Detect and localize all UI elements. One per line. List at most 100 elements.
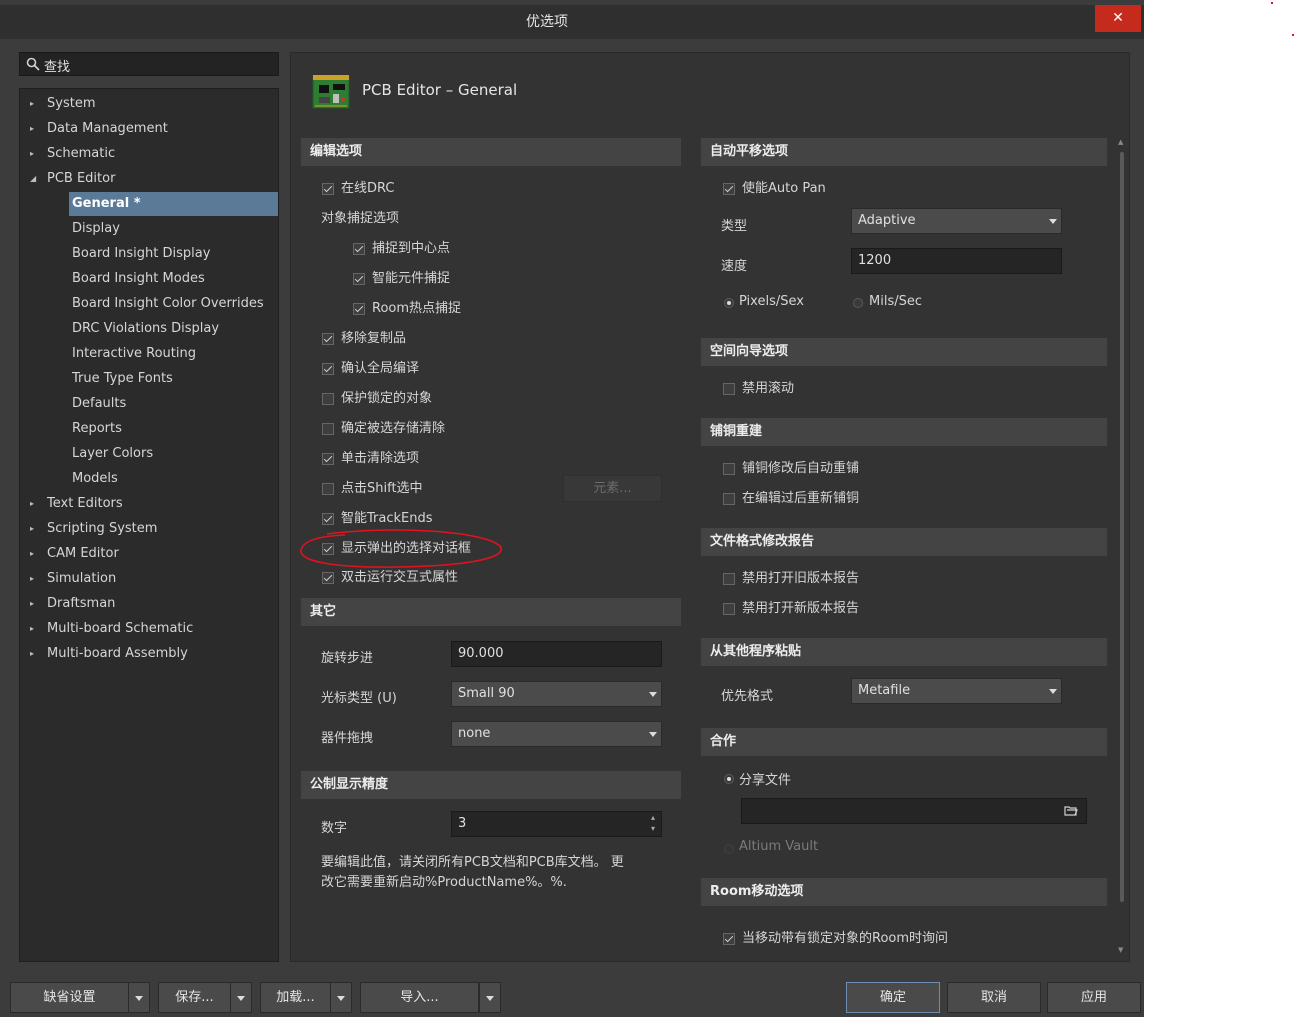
share-file-label: 分享文件 — [739, 773, 792, 788]
pixels-sec-label: Pixels/Sex — [739, 294, 804, 309]
checkbox-box[interactable] — [322, 333, 334, 345]
close-button[interactable]: ✕ — [1095, 5, 1141, 32]
checkbox-box[interactable] — [723, 933, 735, 945]
title-bar: 优选项 — [0, 5, 1144, 39]
checkbox-box[interactable] — [322, 483, 334, 495]
rotation-step-input[interactable]: 90.000 — [451, 641, 662, 667]
tree-child-defaults[interactable]: Defaults — [69, 392, 278, 416]
checkbox-box[interactable] — [723, 573, 735, 585]
tree-child-layer-colors[interactable]: Layer Colors — [69, 442, 278, 466]
tree-child-drc-violations-display[interactable]: DRC Violations Display — [69, 317, 278, 341]
expand-arrow-icon[interactable]: ▸ — [30, 542, 34, 566]
import-button[interactable]: 导入... — [360, 982, 479, 1013]
defaults-button[interactable]: 缺省设置 — [10, 982, 129, 1013]
scroll-thumb[interactable] — [1120, 152, 1124, 902]
dropdown-arrow-icon — [237, 996, 245, 1001]
dropdown-arrow-icon — [649, 732, 657, 737]
search-input[interactable]: 查找 — [19, 52, 279, 76]
load-button[interactable]: 加载... — [260, 982, 331, 1013]
cursor-type-dropdown[interactable]: Small 90 — [451, 681, 662, 707]
tree-child-interactive-routing[interactable]: Interactive Routing — [69, 342, 278, 366]
cancel-button[interactable]: 取消 — [947, 982, 1041, 1013]
tree-child-reports[interactable]: Reports — [69, 417, 278, 441]
section-metric-precision: 公制显示精度 — [301, 771, 681, 799]
checkbox-box[interactable] — [723, 183, 735, 195]
digits-spinbox[interactable]: 3 ▴ ▾ — [451, 811, 662, 837]
checkbox-box[interactable] — [353, 303, 365, 315]
dropdown-arrow-icon — [1049, 219, 1057, 224]
section-collaboration: 合作 — [701, 728, 1107, 756]
checkbox-box[interactable] — [723, 463, 735, 475]
vertical-scrollbar[interactable]: ▲ ▼ — [1116, 138, 1128, 956]
tree-child-true-type-fonts[interactable]: True Type Fonts — [69, 367, 278, 391]
scroll-up-icon[interactable]: ▲ — [1118, 138, 1123, 146]
tree-child-display[interactable]: Display — [69, 217, 278, 241]
expand-arrow-icon[interactable]: ▸ — [30, 592, 34, 616]
dropdown-arrow-icon — [1049, 689, 1057, 694]
stray-mark — [1292, 34, 1294, 36]
checkbox-box[interactable] — [322, 363, 334, 375]
checkbox-box[interactable] — [322, 423, 334, 435]
pixels-sec-radio[interactable] — [724, 298, 734, 308]
expand-arrow-icon[interactable]: ▸ — [30, 642, 34, 666]
autopan-type-dropdown[interactable]: Adaptive — [851, 208, 1062, 234]
expand-arrow-icon[interactable]: ▸ — [30, 567, 34, 591]
checkbox-box[interactable] — [322, 183, 334, 195]
checkbox-box[interactable] — [322, 513, 334, 525]
search-icon — [26, 57, 40, 71]
expand-arrow-icon[interactable]: ▸ — [30, 492, 34, 516]
checkbox-box[interactable] — [353, 243, 365, 255]
spin-arrows-icon[interactable]: ▴ ▾ — [651, 812, 655, 834]
checkbox-box[interactable] — [322, 453, 334, 465]
autopan-speed-label: 速度 — [721, 259, 748, 274]
tree-child-board-insight-display[interactable]: Board Insight Display — [69, 242, 278, 266]
tree-child-models[interactable]: Models — [69, 467, 278, 491]
ok-button[interactable]: 确定 — [846, 982, 940, 1013]
checkbox-box[interactable] — [723, 383, 735, 395]
category-tree: ▸ System ▸ Data Management ▸ Schematic ◢ PCB… — [19, 88, 279, 962]
load-menu-button[interactable] — [330, 982, 352, 1013]
folder-open-icon[interactable] — [1064, 805, 1078, 817]
tree-child-board-insight-modes[interactable]: Board Insight Modes — [69, 267, 278, 291]
component-drag-dropdown[interactable]: none — [451, 721, 662, 747]
apply-button[interactable]: 应用 — [1047, 982, 1141, 1013]
pcb-board-icon — [312, 75, 350, 109]
section-file-format-report: 文件格式修改报告 — [701, 528, 1107, 556]
save-button[interactable]: 保存... — [158, 982, 231, 1013]
dialog-title: 优选项 — [526, 14, 568, 30]
autopan-speed-input[interactable]: 1200 — [851, 248, 1062, 274]
expand-arrow-icon[interactable]: ▸ — [30, 142, 34, 166]
altium-vault-label: Altium Vault — [739, 839, 819, 854]
checkbox-box[interactable] — [723, 493, 735, 505]
precision-note-line2: 改它需要重新启动%ProductName%。%. — [321, 875, 567, 890]
altium-vault-radio[interactable] — [724, 844, 734, 854]
share-file-radio[interactable] — [724, 774, 734, 784]
expand-arrow-icon[interactable]: ▸ — [30, 617, 34, 641]
primitives-button[interactable]: 元素... — [563, 475, 662, 502]
expand-arrow-icon[interactable]: ▸ — [30, 117, 34, 141]
expand-arrow-icon[interactable]: ▸ — [30, 92, 34, 116]
tree-child-board-insight-color-overrides[interactable]: Board Insight Color Overrides — [69, 292, 278, 316]
component-drag-label: 器件拖拽 — [321, 731, 374, 746]
settings-panel: PCB Editor – General 编辑选项 在线DRC 对象捕捉选项 捕… — [290, 52, 1130, 962]
import-menu-button[interactable] — [479, 982, 501, 1013]
scroll-down-icon[interactable]: ▼ — [1118, 946, 1123, 954]
defaults-menu-button[interactable] — [128, 982, 150, 1013]
share-path-input[interactable] — [741, 798, 1087, 824]
checkbox-box[interactable] — [353, 273, 365, 285]
section-paste-from-other: 从其他程序粘贴 — [701, 638, 1107, 666]
mils-sec-radio[interactable] — [853, 298, 863, 308]
save-menu-button[interactable] — [230, 982, 252, 1013]
expand-arrow-icon[interactable]: ▸ — [30, 517, 34, 541]
dropdown-arrow-icon — [486, 996, 494, 1001]
checkbox-box[interactable] — [723, 603, 735, 615]
mils-sec-label: Mils/Sec — [869, 294, 922, 309]
tree-child-general[interactable]: General * — [69, 192, 278, 216]
collapse-arrow-icon[interactable]: ◢ — [30, 167, 36, 191]
checkbox-box[interactable] — [322, 572, 334, 584]
search-text: 查找 — [44, 60, 71, 75]
checkbox-box[interactable] — [322, 393, 334, 405]
preferred-format-dropdown[interactable]: Metafile — [851, 678, 1062, 704]
section-space-navigator: 空间向导选项 — [701, 338, 1107, 366]
section-editing-options: 编辑选项 — [301, 138, 681, 166]
